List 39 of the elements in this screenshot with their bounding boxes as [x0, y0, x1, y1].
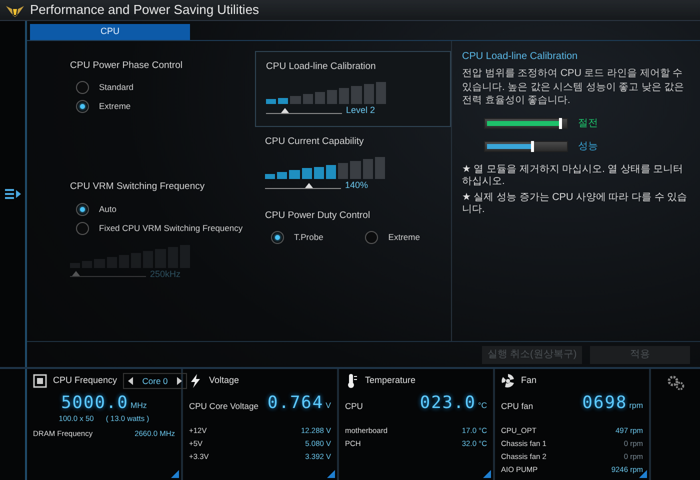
description-title: CPU Load-line Calibration — [462, 50, 579, 64]
reading-label: CPU — [345, 400, 363, 412]
radio-option[interactable]: Standard — [70, 78, 245, 98]
setting-title: CPU Power Duty Control — [265, 208, 372, 222]
setting-title: CPU Power Phase Control — [70, 59, 184, 73]
slider-reading: 140% — [345, 179, 368, 192]
core-label: Core 0 — [141, 374, 169, 388]
description-text: 전압 범위를 조정하여 CPU 로드 라인을 제어할 수 있습니다. 높은 값은 시스템 성능이 좋고 낮은 값은 전력 효율성이 좋습니다. — [462, 67, 686, 108]
window-title: Performance and Power Saving Utilities — [30, 1, 260, 20]
reading-value: 5000.0 — [61, 393, 128, 413]
setting-title: CPU Current Capability — [265, 134, 365, 149]
slider-reading: Level 2 — [346, 104, 376, 118]
slider-reading: 250kHz — [150, 268, 181, 280]
reading-unit: MHz — [130, 401, 147, 410]
meter-label: 절전 — [578, 116, 598, 130]
reading-value: 023.0 — [420, 393, 476, 413]
note-text: ★ 실제 성능 증가는 CPU 사양에 따라 다를 수 있습니다. — [462, 192, 688, 216]
setting-title: CPU Load-line Calibration — [266, 60, 377, 74]
radio-option[interactable]: Fixed CPU VRM Switching Frequency — [70, 218, 245, 238]
card-title: Voltage — [209, 374, 240, 388]
reading-unit: °C — [478, 401, 487, 410]
radio-option[interactable]: Auto — [70, 200, 245, 218]
reading-value: 0698 — [582, 393, 628, 413]
tab[interactable]: CPU — [30, 24, 190, 40]
reading-unit: rpm — [629, 401, 643, 410]
card-title: CPU Frequency — [53, 374, 118, 388]
core-selector[interactable]: Core 0 — [123, 372, 188, 390]
reading-value: 0.764 — [267, 393, 324, 413]
card-title: Fan — [521, 374, 537, 388]
radio-option[interactable]: T.Probe — [265, 228, 324, 247]
card-title: Temperature — [365, 374, 416, 388]
radio-option[interactable]: Extreme — [359, 228, 420, 247]
note-text: ★ 열 모듈을 제거하지 마십시오. 열 상태를 모니터하십시오. — [462, 164, 684, 188]
radio-option[interactable]: Extreme — [70, 97, 245, 116]
reading-label: CPU fan — [501, 400, 534, 412]
meter-label: 성능 — [578, 140, 598, 154]
reading-unit: V — [326, 401, 331, 410]
reading-label: CPU Core Voltage — [189, 400, 258, 412]
setting-title: CPU VRM Switching Frequency — [70, 180, 206, 194]
